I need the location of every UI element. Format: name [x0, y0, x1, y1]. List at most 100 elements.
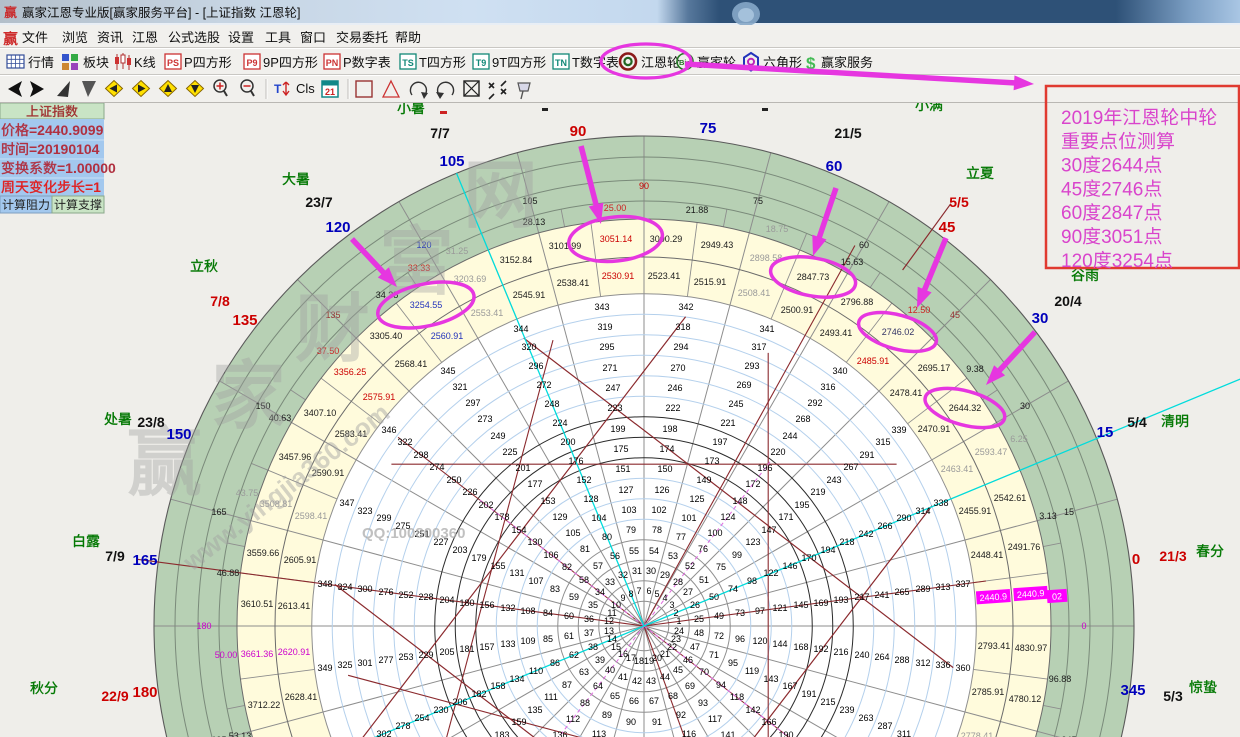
svg-text:86: 86 [550, 658, 560, 668]
svg-text:T9: T9 [476, 58, 487, 68]
svg-text:181: 181 [459, 644, 474, 654]
svg-text:277: 277 [378, 655, 393, 665]
svg-text:32: 32 [618, 570, 628, 580]
svg-text:P: P [184, 55, 193, 70]
svg-text:295: 295 [599, 342, 614, 352]
svg-text:170: 170 [801, 553, 816, 563]
svg-text:26: 26 [690, 600, 700, 610]
svg-text:263: 263 [858, 713, 873, 723]
svg-text:2847.73: 2847.73 [797, 272, 830, 282]
svg-text:76: 76 [698, 544, 708, 554]
svg-text:77: 77 [676, 532, 686, 542]
svg-text:94: 94 [716, 680, 726, 690]
svg-text:158: 158 [490, 681, 505, 691]
svg-text:75: 75 [716, 562, 726, 572]
svg-text:174: 174 [659, 444, 674, 454]
svg-text:2485.91: 2485.91 [857, 356, 890, 366]
svg-text:68: 68 [668, 691, 678, 701]
svg-text:3661.36: 3661.36 [241, 649, 274, 659]
svg-text:272: 272 [536, 380, 551, 390]
svg-text:197: 197 [712, 437, 727, 447]
svg-text:321: 321 [452, 382, 467, 392]
svg-text:6.25: 6.25 [1010, 434, 1028, 444]
svg-text:224: 224 [552, 418, 567, 428]
svg-text:88: 88 [580, 698, 590, 708]
svg-text:178: 178 [494, 512, 509, 522]
svg-text:85: 85 [543, 634, 553, 644]
svg-text:30: 30 [1020, 401, 1030, 411]
svg-text:292: 292 [807, 398, 822, 408]
svg-text:322: 322 [397, 437, 412, 447]
svg-text:245: 245 [728, 399, 743, 409]
svg-text:2847: 2847 [1101, 203, 1143, 224]
svg-text:9T: 9T [492, 55, 507, 70]
svg-text:120: 120 [752, 636, 767, 646]
svg-text:157: 157 [479, 642, 494, 652]
svg-text:222: 222 [665, 403, 680, 413]
svg-text:]: ] [297, 6, 300, 20]
svg-text:2778.41: 2778.41 [961, 731, 994, 737]
svg-text:24: 24 [674, 626, 684, 636]
svg-text:180: 180 [459, 598, 474, 608]
svg-text:2440.9: 2440.9 [1017, 588, 1045, 600]
svg-text:269: 269 [736, 380, 751, 390]
svg-text:340: 340 [832, 366, 847, 376]
svg-text:95: 95 [728, 658, 738, 668]
svg-text:23/8: 23/8 [137, 414, 164, 430]
svg-text:28: 28 [673, 577, 683, 587]
svg-text:228: 228 [418, 592, 433, 602]
svg-text:155: 155 [490, 561, 505, 571]
svg-text:5: 5 [654, 589, 659, 599]
svg-text:2448.41: 2448.41 [971, 550, 1004, 560]
svg-text:56: 56 [610, 551, 620, 561]
svg-text:121: 121 [772, 603, 787, 613]
svg-text:47: 47 [690, 642, 700, 652]
svg-text:2515.91: 2515.91 [694, 277, 727, 287]
svg-text:122: 122 [763, 568, 778, 578]
svg-text:46.88: 46.88 [217, 568, 240, 578]
svg-text:246: 246 [667, 383, 682, 393]
svg-text:=2440.9099: =2440.9099 [29, 122, 104, 138]
svg-text:203: 203 [452, 545, 467, 555]
svg-text:313: 313 [935, 582, 950, 592]
svg-text:247: 247 [605, 383, 620, 393]
svg-text:30: 30 [646, 566, 656, 576]
svg-text:135: 135 [232, 312, 257, 329]
svg-text:40: 40 [605, 665, 615, 675]
svg-text:156: 156 [479, 600, 494, 610]
svg-text:345: 345 [440, 366, 455, 376]
svg-text:314: 314 [915, 506, 930, 516]
svg-text:3101.99: 3101.99 [549, 241, 582, 251]
svg-text:337: 337 [955, 579, 970, 589]
svg-text:37: 37 [584, 628, 594, 638]
svg-text:316: 316 [820, 382, 835, 392]
svg-text:250: 250 [446, 475, 461, 485]
svg-text:360: 360 [955, 663, 970, 673]
svg-text:3051.14: 3051.14 [600, 234, 633, 244]
svg-text:220: 220 [770, 447, 785, 457]
svg-text:345: 345 [1120, 682, 1145, 699]
svg-text:89: 89 [602, 710, 612, 720]
svg-text:264: 264 [874, 652, 889, 662]
svg-text:22/9: 22/9 [101, 688, 128, 704]
svg-text:344: 344 [513, 324, 528, 334]
svg-text:43: 43 [646, 676, 656, 686]
svg-text:2553.41: 2553.41 [471, 308, 504, 318]
svg-text:202: 202 [478, 500, 493, 510]
svg-text:343: 343 [594, 302, 609, 312]
svg-text:5/3: 5/3 [1163, 688, 1183, 704]
svg-text:126: 126 [654, 485, 669, 495]
svg-text:3152.84: 3152.84 [500, 255, 533, 265]
svg-text:23/7: 23/7 [305, 194, 332, 210]
svg-text:72: 72 [714, 631, 724, 641]
svg-text:159: 159 [511, 717, 526, 727]
svg-text:93: 93 [698, 698, 708, 708]
svg-text:T: T [419, 55, 427, 70]
svg-text:7/9: 7/9 [105, 548, 125, 564]
svg-text:9P: 9P [263, 55, 279, 70]
svg-text:290: 290 [896, 513, 911, 523]
svg-text:252: 252 [398, 590, 413, 600]
svg-text:20/4: 20/4 [1054, 293, 1081, 309]
svg-text:3559.66: 3559.66 [247, 548, 280, 558]
svg-text:254: 254 [414, 713, 429, 723]
